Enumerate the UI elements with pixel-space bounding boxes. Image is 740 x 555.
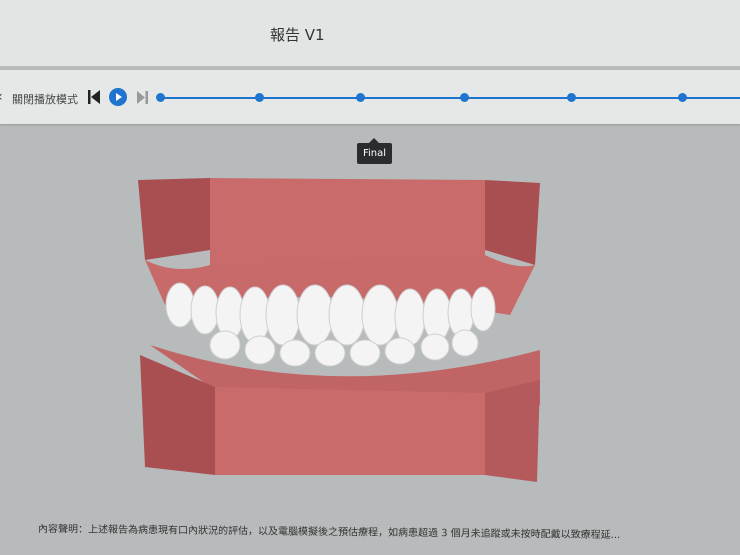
stage-dot[interactable] [156,93,165,102]
page-title: 報告 V1 [270,26,325,44]
close-playback-button[interactable]: 關閉播放模式 [12,91,78,107]
disclaimer-text: 內容聲明：上述報告為病患現有口內狀況的評估，以及電腦模擬後之預估療程，如病患超過… [37,523,621,542]
header: 報告 V1 [0,0,740,66]
stage-dot[interactable] [460,93,469,102]
stage-dot[interactable] [255,93,264,102]
play-button[interactable] [109,88,127,106]
stage-dot[interactable] [356,93,365,102]
timeline-track[interactable] [160,97,740,99]
stage-dot[interactable] [678,93,687,102]
skip-back-icon[interactable] [88,90,100,104]
stage-tooltip: Final [357,138,393,164]
dental-3d-model[interactable] [135,175,545,485]
close-icon[interactable]: ‹ [0,89,3,105]
skip-forward-icon[interactable] [137,91,148,104]
stage-dot[interactable] [567,93,576,102]
